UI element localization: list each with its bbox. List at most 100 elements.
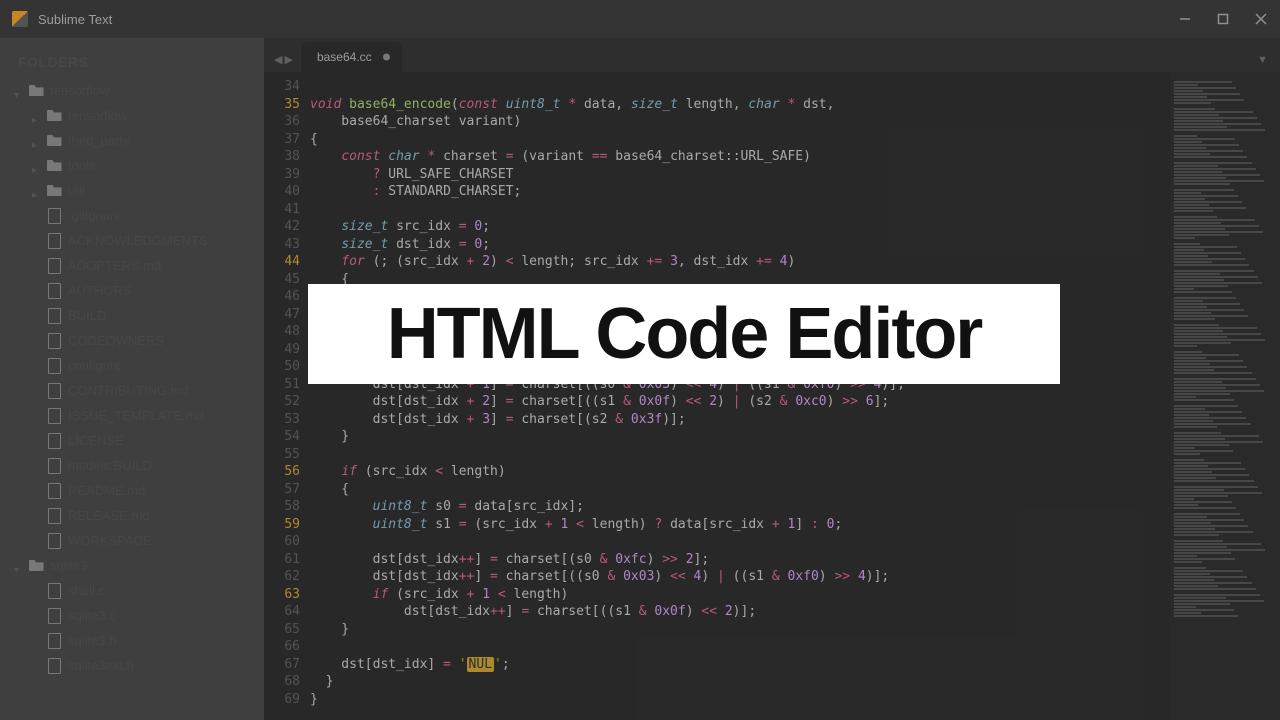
file-node-build[interactable]: BUILD [0,303,264,328]
code-line[interactable]: uint8_t s0 = data[src_idx]; [310,498,1170,516]
code-line[interactable]: ? URL_SAFE_CHARSET [310,166,1170,184]
line-number: 41 [264,201,300,219]
code-line[interactable]: for (; (src_idx + 2) < length; src_idx +… [310,253,1170,271]
file-node-license[interactable]: LICENSE [0,428,264,453]
tab-history-forward-icon[interactable]: ▶ [284,53,292,66]
tree-item-label: sqlite3 [50,558,88,573]
file-node-release-md[interactable]: RELEASE.md [0,503,264,528]
file-node-sqlite3-c[interactable]: sqlite3.c [0,603,264,628]
tab-history-back-icon[interactable]: ◀ [274,53,282,66]
line-number: 65 [264,621,300,639]
tab-bar[interactable]: ◀ ▶ base64.cc ▼ [264,38,1280,72]
disclosure-arrow-icon[interactable] [14,86,24,96]
file-node-configure[interactable]: configure [0,353,264,378]
code-line[interactable] [310,78,1170,96]
disclosure-arrow-icon[interactable] [32,136,42,146]
line-number: 48 [264,323,300,341]
code-line[interactable]: } [310,673,1170,691]
code-line[interactable]: size_t src_idx = 0; [310,218,1170,236]
code-content[interactable]: void base64_encode(const uint8_t * data,… [310,72,1170,720]
disclosure-arrow-icon[interactable] [32,186,42,196]
tree-item-label: CONTRIBUTING.md [68,383,189,398]
file-node-workspace[interactable]: WORKSPACE [0,528,264,553]
file-node-issue-template-md[interactable]: ISSUE_TEMPLATE.md [0,403,264,428]
line-number: 63 [264,586,300,604]
disclosure-arrow-icon[interactable] [32,111,42,121]
code-line[interactable]: { [310,131,1170,149]
code-line[interactable] [310,446,1170,464]
tree-item-label: AUTHORS [68,283,132,298]
file-node-codeowners[interactable]: CODEOWNERS [0,328,264,353]
folder-tree[interactable]: tensorflowtensorflow third_partytools util… [0,78,264,678]
file-node-models-build[interactable]: models.BUILD [0,453,264,478]
code-line[interactable]: const char * charset = (variant == base6… [310,148,1170,166]
line-number: 62 [264,568,300,586]
code-area[interactable]: 3435363738394041424344454647484950515253… [264,72,1280,720]
code-line[interactable]: dst[dst_idx + 2] = charset[((s1 & 0x0f) … [310,393,1170,411]
folder-node-third-party[interactable]: third_party [0,128,264,153]
file-icon [46,409,62,423]
file-node-contributing-md[interactable]: CONTRIBUTING.md [0,378,264,403]
file-node-sqlite3ext-h[interactable]: sqlite3ext.h [0,653,264,678]
code-line[interactable]: if (src_idx + 1 < length) [310,586,1170,604]
code-line[interactable]: dst[dst_idx++] = charset[((s1 & 0x0f) <<… [310,603,1170,621]
file-icon [46,434,62,448]
line-number: 64 [264,603,300,621]
code-line[interactable]: } [310,691,1170,709]
line-number: 44 [264,253,300,271]
minimize-button[interactable] [1178,12,1192,26]
line-number: 43 [264,236,300,254]
line-number: 35 [264,96,300,114]
file-node-shell-c[interactable]: shell.c [0,578,264,603]
tree-item-label: BUILD [68,308,106,323]
folder-node-tools[interactable]: tools [0,153,264,178]
line-number: 40 [264,183,300,201]
code-line[interactable]: void base64_encode(const uint8_t * data,… [310,96,1170,114]
folder-icon [46,159,62,173]
tree-item-label: README.md [68,483,145,498]
code-line[interactable] [310,533,1170,551]
line-number: 59 [264,516,300,534]
file-node-authors[interactable]: AUTHORS [0,278,264,303]
folder-sidebar[interactable]: FOLDERS tensorflowtensorflowthird_partyt… [0,38,264,720]
code-line[interactable]: } [310,621,1170,639]
tree-item-label: util [68,183,85,198]
folder-node-tensorflow[interactable]: tensorflow [0,103,264,128]
code-line[interactable]: dst[dst_idx++] = charset[(s0 & 0xfc) >> … [310,551,1170,569]
code-line[interactable] [310,638,1170,656]
window-controls [1178,12,1268,26]
code-line[interactable]: dst[dst_idx] = 'NUL'; [310,656,1170,674]
code-line[interactable]: uint8_t s1 = (src_idx + 1 < length) ? da… [310,516,1170,534]
code-line[interactable]: if (src_idx < length) [310,463,1170,481]
file-node-adopters-md[interactable]: ADOPTERS.md [0,253,264,278]
file-node-readme-md[interactable]: README.md [0,478,264,503]
folder-node-sqlite3[interactable]: sqlite3 [0,553,264,578]
code-line[interactable]: size_t dst_idx = 0; [310,236,1170,254]
file-icon [46,284,62,298]
tree-item-label: third_party [68,133,129,148]
code-line[interactable]: base64_charset variant) [310,113,1170,131]
folder-node-util[interactable]: util [0,178,264,203]
line-number: 51 [264,376,300,394]
line-number: 55 [264,446,300,464]
tab-active[interactable]: base64.cc [301,42,402,72]
file-node-acknowledgments[interactable]: ACKNOWLEDGMENTS [0,228,264,253]
file-node-sqlite3-h[interactable]: sqlite3.h [0,628,264,653]
line-number: 49 [264,341,300,359]
code-line[interactable]: : STANDARD_CHARSET; [310,183,1170,201]
sidebar-title: FOLDERS [0,50,264,78]
folder-node-tensorflow[interactable]: tensorflow [0,78,264,103]
close-button[interactable] [1254,12,1268,26]
code-line[interactable] [310,201,1170,219]
minimap[interactable] [1170,72,1280,720]
file-node--gitignore[interactable]: .gitignore [0,203,264,228]
disclosure-arrow-icon[interactable] [14,561,24,571]
maximize-button[interactable] [1216,12,1230,26]
code-line[interactable]: { [310,481,1170,499]
code-line[interactable]: dst[dst_idx + 3] = charset[(s2 & 0x3f)]; [310,411,1170,429]
disclosure-arrow-icon[interactable] [32,161,42,171]
code-line[interactable]: dst[dst_idx++] = charset[((s0 & 0x03) <<… [310,568,1170,586]
code-line[interactable]: } [310,428,1170,446]
tab-overflow-icon[interactable]: ▼ [1245,54,1280,72]
line-number: 47 [264,306,300,324]
